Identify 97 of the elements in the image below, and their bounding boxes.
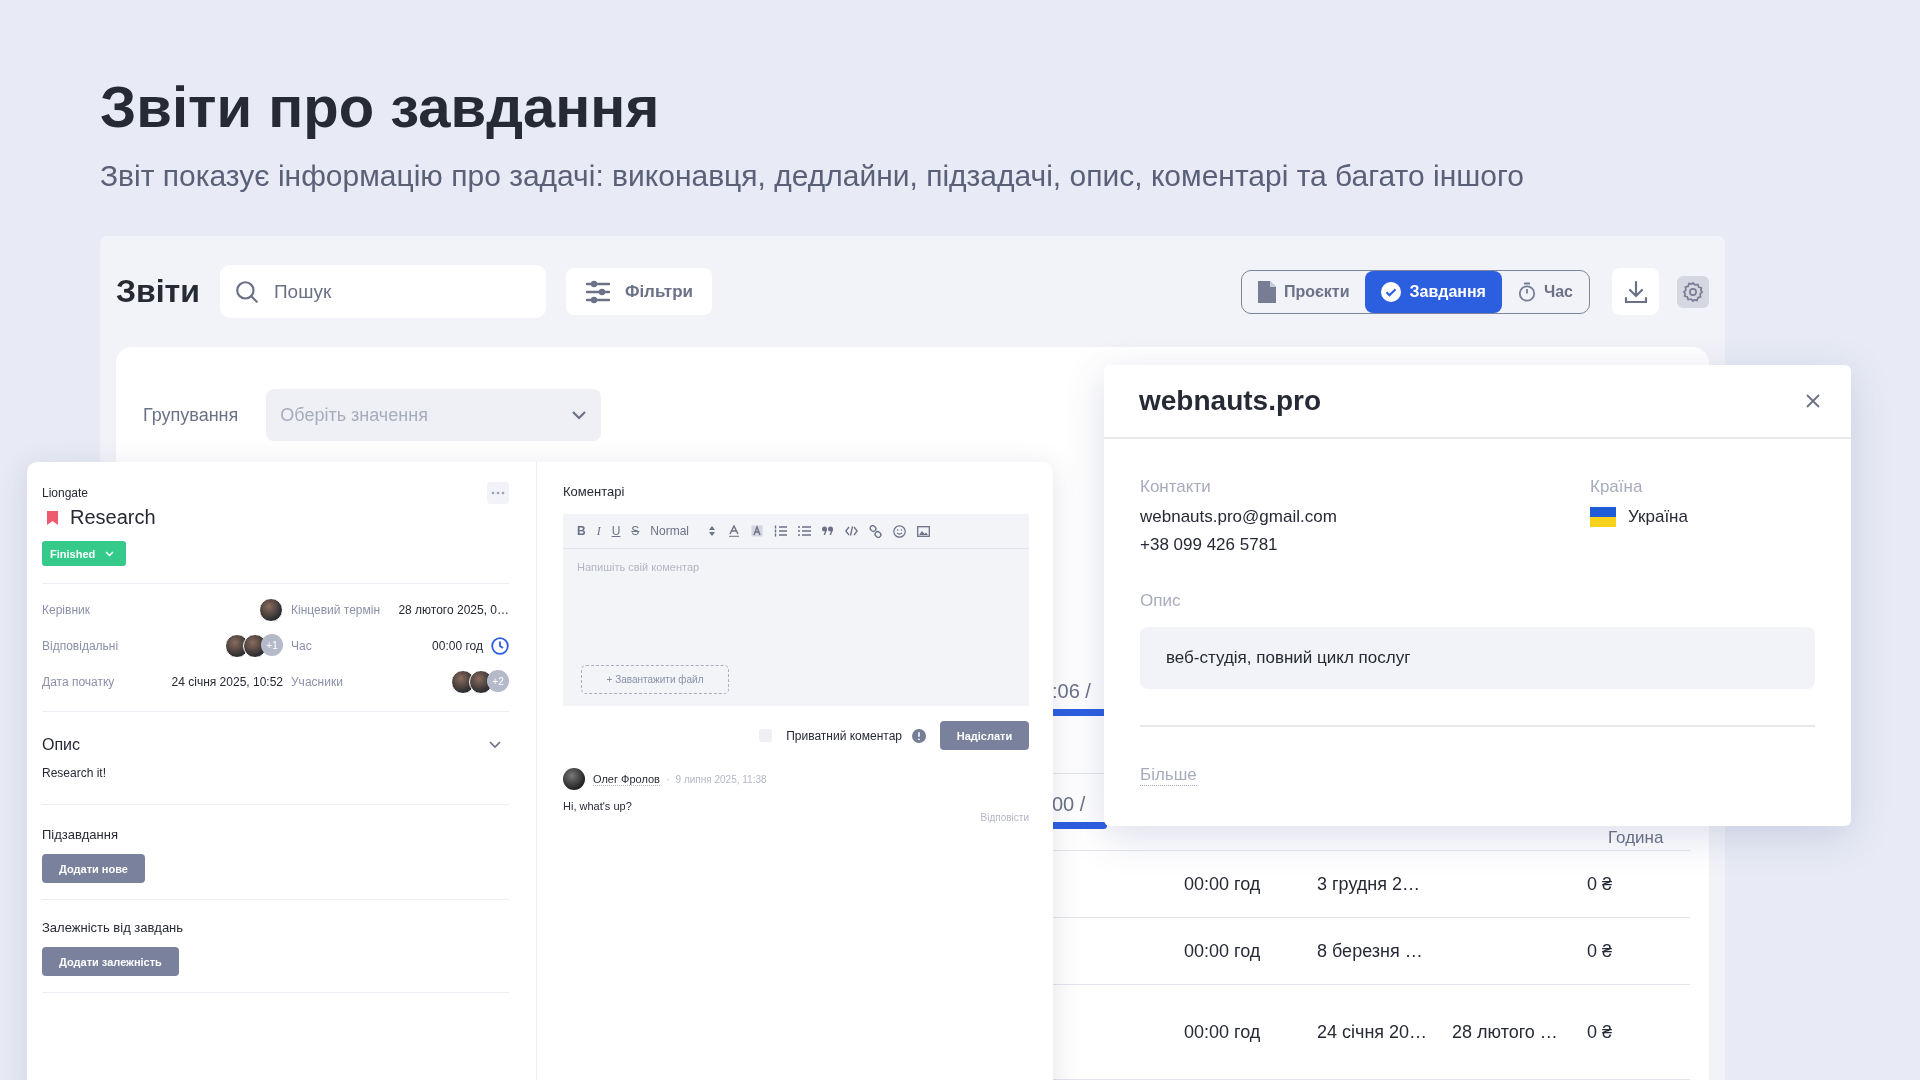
chevron-down-icon[interactable] (489, 741, 501, 749)
contact-value: +38 099 426 5781 (1140, 535, 1279, 555)
add-subtask-button[interactable]: Додати нове (42, 854, 145, 883)
avatar (259, 598, 283, 622)
contact-value: webnauts.pro@gmail.com (1140, 507, 1338, 527)
stopwatch-icon (1517, 281, 1536, 302)
private-label: Приватний коментар (786, 728, 902, 743)
table-cell: :06 / (1052, 679, 1091, 703)
task-title: Research (70, 506, 156, 529)
settings-icon (1682, 280, 1704, 303)
table-cell-text: 00:00 год (1184, 1021, 1262, 1043)
download-button[interactable] (1612, 268, 1659, 315)
project-name: Liongate (42, 486, 89, 500)
quote-icon[interactable] (822, 526, 835, 536)
comment-author[interactable]: Олег Фролов (593, 772, 660, 786)
download-icon (1622, 278, 1649, 305)
field-label: Учасники (290, 674, 344, 691)
view-tab[interactable]: Проєкти (1241, 270, 1366, 313)
bookmark-icon (47, 510, 58, 525)
more-count: +1 (261, 634, 283, 656)
app-title: Звіти (116, 273, 200, 310)
country-label: Країна (1590, 477, 1644, 497)
sliders-icon (584, 279, 611, 304)
search-field[interactable]: Пошук (219, 265, 546, 318)
document-icon (1257, 280, 1276, 303)
comment-editor[interactable]: B I U S Normal Напишіть свій коментар + Завантажити файл (563, 514, 1029, 706)
comment-date: 9 липня 2025, 11:38 (675, 773, 767, 785)
strikethrough-button[interactable]: S (631, 524, 640, 538)
italic-button[interactable]: I (596, 523, 601, 539)
settings-button[interactable] (1677, 275, 1709, 308)
field-label: Кінцевий термін (290, 602, 382, 619)
field-label: Час (290, 638, 313, 655)
field-value: 24 січня 2025, 10:52 (171, 675, 283, 689)
description-text: Research it! (42, 766, 107, 780)
upload-button[interactable]: + Завантажити файл (581, 665, 729, 694)
bar-segment (1052, 822, 1107, 829)
comments-heading: Коментарі (563, 484, 626, 499)
section-heading: Залежність від завдань (42, 920, 184, 935)
bullet-list-icon[interactable] (798, 525, 812, 537)
table-cell-text: 00:00 год (1184, 940, 1262, 962)
underline-button[interactable]: U (611, 524, 621, 538)
bar-segment (1052, 709, 1104, 716)
comment-text: Hi, what's up? (563, 800, 633, 812)
table-cell-text: 3 грудня 2… (1317, 873, 1421, 895)
field-value: 28 лютого 2025, 0… (398, 603, 509, 617)
field-value: 00:00 год (432, 639, 483, 653)
table-cell-text: 0 ₴ (1587, 1021, 1614, 1043)
sort-arrows-icon (709, 526, 716, 536)
close-icon[interactable] (1805, 393, 1821, 409)
avatar (563, 768, 585, 790)
section-heading: Опис (42, 736, 81, 754)
text-color-icon[interactable] (728, 525, 741, 537)
contacts-label: Контакти (1140, 477, 1212, 497)
field-label: Відповідальні (42, 638, 120, 655)
send-button[interactable]: Надіслати (940, 721, 1029, 750)
page-title: Звіти про завдання (100, 74, 661, 140)
more-count: +2 (487, 670, 509, 692)
more-link[interactable]: Більше (1140, 765, 1197, 786)
text-style-select[interactable]: Normal (650, 524, 716, 538)
table-cell-text: 00:00 год (1184, 873, 1262, 895)
info-icon[interactable] (912, 728, 926, 743)
country-value: Україна (1628, 507, 1688, 527)
comment-placeholder: Напишіть свій коментар (577, 561, 700, 573)
page-subtitle: Звіт показує інформацію про задачі: виконавця, дедлайни, підзадачі, опис, коментарі та багато іншого (100, 158, 1525, 194)
table-cell-text: 0 ₴ (1587, 873, 1614, 895)
add-dependency-button[interactable]: Додати залежність (42, 947, 179, 976)
table-cell-text: 0 ₴ (1587, 940, 1614, 962)
flag-icon (1590, 507, 1616, 527)
description-text: веб-студія, повний цикл послуг (1166, 648, 1411, 668)
clock-icon[interactable] (491, 637, 509, 655)
image-icon[interactable] (917, 525, 931, 537)
view-tab[interactable]: Завдання (1365, 270, 1502, 313)
table-cell-text: 28 лютого … (1452, 1021, 1559, 1043)
bold-button[interactable]: B (577, 524, 586, 538)
emoji-icon[interactable] (893, 524, 907, 538)
separator-dot: · (665, 773, 670, 785)
check-circle-icon (1381, 281, 1402, 302)
more-icon (491, 491, 505, 495)
modal-title: webnauts.pro (1139, 385, 1321, 417)
grouping-label: Групування (143, 404, 239, 426)
code-icon[interactable] (845, 526, 859, 536)
view-tab[interactable]: Час (1501, 270, 1589, 313)
chevron-down-icon (105, 550, 115, 557)
highlight-icon[interactable] (751, 525, 764, 537)
more-button[interactable] (487, 482, 509, 504)
table-cell-text: 24 січня 20… (1317, 1021, 1429, 1043)
table-cell: 00 / (1052, 792, 1086, 816)
table-cell-text: 8 березня … (1317, 940, 1424, 962)
field-label: Дата початку (42, 674, 116, 691)
link-icon[interactable] (869, 524, 883, 538)
field-label: Керівник (42, 602, 91, 619)
section-heading: Підзавдання (42, 827, 118, 842)
column-header: Година (1608, 828, 1664, 848)
chevron-down-icon (571, 410, 588, 420)
filters-button[interactable]: Фільтри (565, 268, 712, 315)
numbered-list-icon[interactable] (774, 525, 788, 537)
description-label: Опис (1140, 591, 1181, 611)
